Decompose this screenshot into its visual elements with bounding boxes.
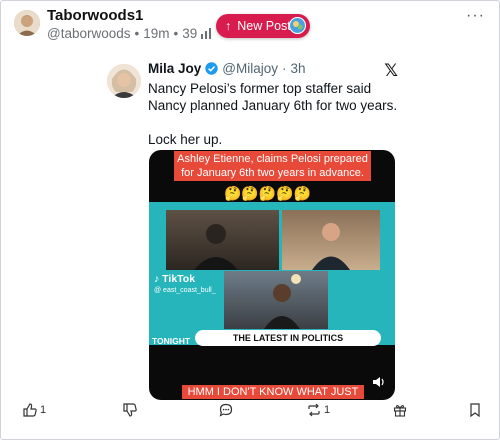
tiktok-logo-icon: ♪ (154, 273, 160, 285)
separator-dot: • (134, 26, 140, 41)
gift-icon (393, 405, 407, 417)
show-logo: 2WAY TONIGHT (152, 328, 190, 346)
thumbs-up-icon (23, 403, 37, 417)
repost-icon (308, 403, 320, 417)
embed-age[interactable]: 3h (291, 61, 306, 76)
action-bar: 1 1 (1, 403, 499, 425)
separator-dot: · (282, 61, 287, 76)
embed-author-handle[interactable]: @Milajoy (222, 61, 278, 76)
embed-text-line: Nancy Pelosi’s former top staffer said N… (148, 81, 398, 113)
new-post-button[interactable]: ↑ New Post (216, 14, 310, 38)
video-frame-person (166, 210, 279, 270)
video-caption-bottom: HMM I DON'T KNOW WHAT JUST (182, 385, 364, 399)
tiktok-label: TikTok (162, 273, 196, 285)
embed-author-name[interactable]: Mila Joy (148, 61, 201, 76)
post-card: Taborwoods1 @taborwoods • 19m • 39 ↑ New… (0, 0, 500, 440)
reply-button[interactable] (219, 403, 233, 417)
embed-text-line: Lock her up. (148, 132, 223, 147)
dislike-button[interactable] (123, 403, 137, 417)
avatar-badge-icon (289, 17, 306, 34)
like-count: 1 (40, 404, 47, 416)
video-frame-person (282, 210, 380, 270)
tiktok-username: @ east_coast_bull_ (154, 287, 216, 294)
show-logo-line: TONIGHT (152, 336, 191, 346)
thumbs-down-icon (123, 403, 137, 417)
repost-count: 1 (324, 404, 331, 416)
arrow-up-icon: ↑ (225, 19, 232, 33)
author-name[interactable]: Taborwoods1 (47, 7, 143, 24)
comment-icon (219, 403, 233, 417)
video-player[interactable]: Ashley Etienne, claims Pelosi prepared f… (149, 150, 395, 400)
embed-author-avatar[interactable] (107, 64, 141, 98)
volume-icon[interactable] (373, 377, 385, 387)
video-caption-top: Ashley Etienne, claims Pelosi prepared f… (174, 151, 371, 181)
author-avatar[interactable] (14, 10, 40, 36)
x-logo-icon[interactable]: 𝕏 (384, 61, 398, 81)
bookmark-icon (470, 403, 480, 417)
more-options-icon[interactable]: ··· (466, 7, 485, 25)
embed-text: Nancy Pelosi’s former top staffer said N… (148, 80, 406, 148)
new-post-label: New Post (237, 19, 291, 33)
lower-third-banner: THE LATEST IN POLITICS (195, 330, 381, 346)
embedded-tweet[interactable]: Mila Joy @Milajoy · 3h 𝕏 Nancy Pelosi’s … (98, 58, 409, 416)
repost-button[interactable]: 1 (307, 403, 330, 417)
bar-chart-icon (201, 28, 212, 39)
gift-button[interactable] (393, 403, 407, 417)
separator-dot: • (173, 26, 179, 41)
tiktok-watermark: ♪ TikTok @ east_coast_bull_ (154, 274, 216, 296)
post-meta: @taborwoods • 19m • 39 (47, 26, 212, 41)
bookmark-button[interactable] (469, 403, 481, 417)
like-button[interactable]: 1 (23, 403, 46, 417)
video-frame-person (224, 271, 328, 329)
embed-author-line: Mila Joy @Milajoy · 3h (148, 61, 306, 76)
post-age[interactable]: 19m (143, 26, 169, 41)
thinking-emoji-row: 🤔🤔🤔🤔🤔 (224, 185, 312, 201)
verified-badge-icon (205, 62, 218, 75)
view-count: 39 (182, 26, 198, 41)
author-handle[interactable]: @taborwoods (47, 26, 131, 41)
